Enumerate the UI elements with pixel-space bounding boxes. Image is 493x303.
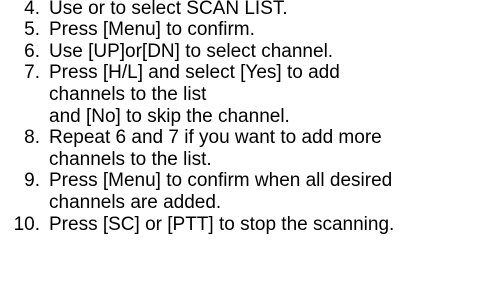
step-text-continuation: channels to the list. (49, 149, 212, 170)
step-text-continuation: channels to the list (49, 84, 207, 105)
step-text: Press [Menu] to confirm. (49, 19, 255, 40)
step-number: 7. (24, 62, 40, 83)
step-text: Press [H/L] and select [Yes] to add (49, 62, 340, 83)
step-number: 9. (24, 170, 40, 191)
step-text-continuation: and [No] to skip the channel. (49, 106, 290, 127)
step-number: 8. (24, 127, 40, 148)
step-number: 4. (24, 0, 40, 19)
step-text-continuation: channels are added. (49, 192, 222, 213)
instruction-list: 4. Use or to select SCAN LIST. 5. Press … (0, 0, 493, 303)
step-number: 10. (13, 214, 40, 235)
step-number: 5. (24, 19, 40, 40)
step-number: 6. (24, 41, 40, 62)
step-text: Press [Menu] to confirm when all desired (49, 170, 393, 191)
step-text: Repeat 6 and 7 if you want to add more (49, 127, 382, 148)
step-text: Use [UP]or[DN] to select channel. (49, 41, 334, 62)
step-text: Press [SC] or [PTT] to stop the scanning… (49, 214, 395, 235)
step-text: Use or to select SCAN LIST. (49, 0, 288, 19)
